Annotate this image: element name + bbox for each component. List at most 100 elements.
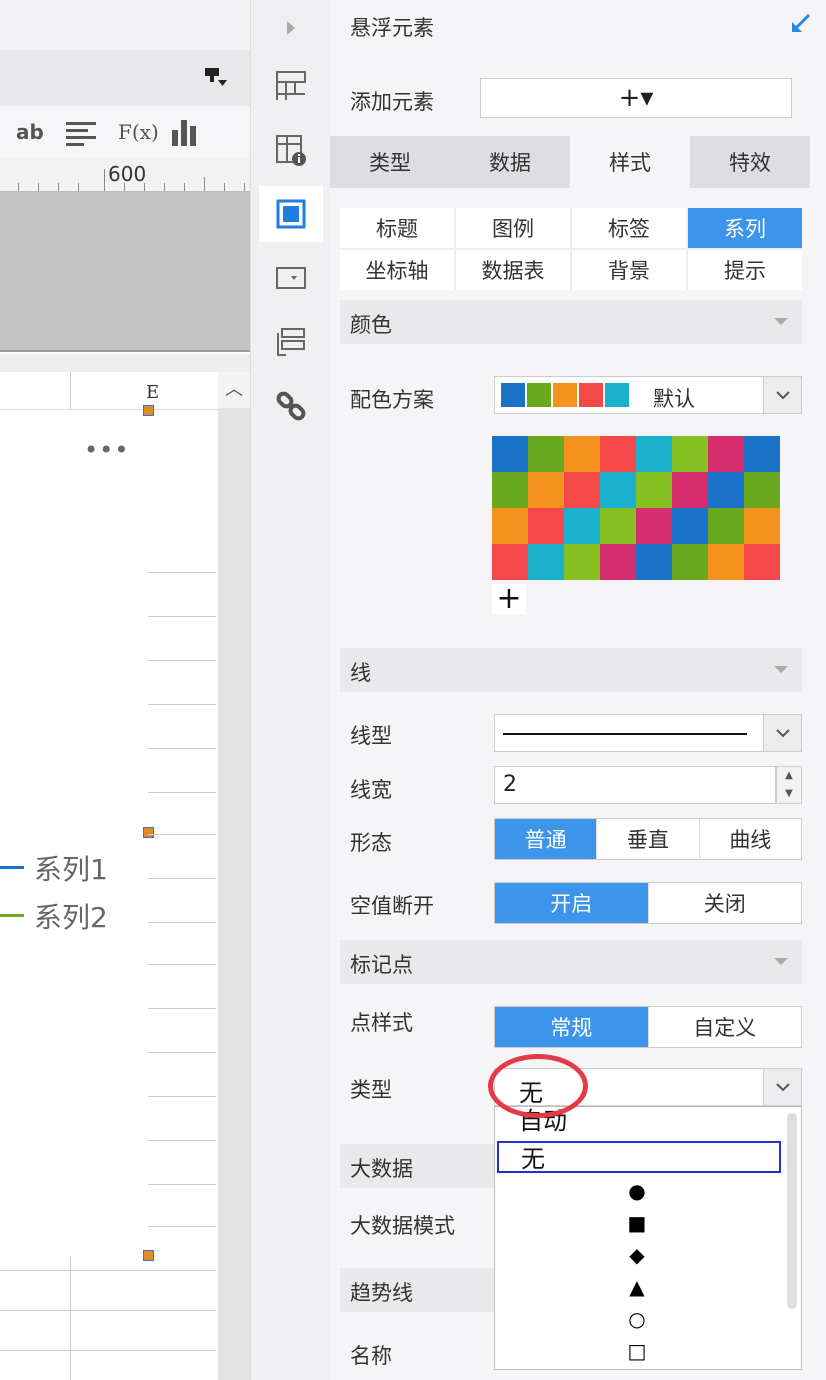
- tab-style[interactable]: 样式: [570, 136, 690, 188]
- palette-swatch[interactable]: [600, 472, 636, 508]
- chevron-down-icon[interactable]: [763, 715, 801, 751]
- circle-outline-icon[interactable]: ○: [625, 1307, 649, 1331]
- palette-swatch[interactable]: [636, 544, 672, 580]
- palette-swatch[interactable]: [492, 436, 528, 472]
- palette-swatch[interactable]: [708, 436, 744, 472]
- palette-swatch[interactable]: [600, 544, 636, 580]
- more-options-icon[interactable]: •••: [84, 436, 129, 464]
- circle-filled-icon[interactable]: ●: [625, 1179, 649, 1203]
- plus-icon: +▾: [618, 83, 654, 113]
- square-outline-icon[interactable]: □: [625, 1339, 649, 1363]
- palette-swatch[interactable]: [708, 508, 744, 544]
- resize-handle-middle[interactable]: [143, 827, 154, 838]
- dropdown-widget-icon[interactable]: [259, 250, 323, 306]
- color-scheme-select[interactable]: 默认: [494, 376, 802, 414]
- add-element-button[interactable]: +▾: [480, 78, 792, 118]
- palette-swatch[interactable]: [564, 544, 600, 580]
- subtab-axis[interactable]: 坐标轴: [340, 250, 454, 290]
- palette-swatch[interactable]: [528, 472, 564, 508]
- link-icon[interactable]: [259, 378, 323, 434]
- tab-data[interactable]: 数据: [450, 136, 570, 188]
- palette-swatch[interactable]: [600, 508, 636, 544]
- label-widget-icon[interactable]: [259, 314, 323, 370]
- line-type-select[interactable]: [494, 714, 802, 752]
- palette-swatch[interactable]: [672, 472, 708, 508]
- subtab-legend[interactable]: 图例: [456, 208, 570, 248]
- expand-arrow-icon[interactable]: [259, 0, 323, 56]
- add-color-button[interactable]: +: [492, 584, 526, 614]
- bar-chart-icon[interactable]: [172, 118, 200, 151]
- collapse-arrow-icon[interactable]: [788, 12, 812, 40]
- subtab-title[interactable]: 标题: [340, 208, 454, 248]
- trend-section-title: 趋势线: [350, 1281, 413, 1305]
- null-break-on-option[interactable]: 开启: [495, 883, 648, 923]
- chevron-down-icon[interactable]: [763, 377, 801, 413]
- palette-swatch[interactable]: [528, 544, 564, 580]
- chevron-down-icon[interactable]: [763, 1069, 801, 1105]
- palette-swatch[interactable]: [744, 508, 780, 544]
- palette-swatch[interactable]: [564, 472, 600, 508]
- scheme-swatches: [501, 383, 631, 407]
- tab-type[interactable]: 类型: [330, 136, 450, 188]
- grid-layout-icon[interactable]: [259, 58, 323, 114]
- table-info-icon[interactable]: [259, 122, 323, 178]
- subtab-tooltip[interactable]: 提示: [688, 250, 802, 290]
- palette-swatch[interactable]: [672, 436, 708, 472]
- shape-curve-option[interactable]: 曲线: [698, 819, 801, 859]
- palette-swatch[interactable]: [672, 508, 708, 544]
- caret-down-icon: [774, 318, 788, 325]
- subtab-label[interactable]: 标签: [572, 208, 686, 248]
- marker-option-none[interactable]: 无: [497, 1141, 781, 1173]
- scheme-swatch: [501, 383, 525, 407]
- point-style-normal-option[interactable]: 常规: [495, 1007, 648, 1047]
- palette-swatch[interactable]: [492, 544, 528, 580]
- subtab-background[interactable]: 背景: [572, 250, 686, 290]
- line-section-header[interactable]: 线: [340, 648, 802, 692]
- palette-swatch[interactable]: [636, 436, 672, 472]
- line-width-stepper[interactable]: ▲ ▼: [776, 766, 802, 804]
- palette-swatch[interactable]: [564, 436, 600, 472]
- text-style-button[interactable]: ab: [16, 120, 44, 144]
- canvas-scrollbar[interactable]: ︿: [218, 372, 250, 1380]
- palette-swatch[interactable]: [636, 508, 672, 544]
- color-section-header[interactable]: 颜色: [340, 300, 802, 344]
- dropdown-scrollbar[interactable]: [787, 1113, 797, 1309]
- scheme-swatch: [605, 383, 629, 407]
- palette-swatch[interactable]: [600, 436, 636, 472]
- palette-swatch[interactable]: [744, 472, 780, 508]
- resize-handle-top[interactable]: [143, 405, 154, 416]
- null-break-off-option[interactable]: 关闭: [647, 883, 802, 923]
- formula-button[interactable]: F(x): [118, 120, 159, 144]
- palette-swatch[interactable]: [708, 472, 744, 508]
- subtab-datatable[interactable]: 数据表: [456, 250, 570, 290]
- column-header-e[interactable]: E: [146, 382, 159, 403]
- shape-vertical-option[interactable]: 垂直: [596, 819, 698, 859]
- marker-section-header[interactable]: 标记点: [340, 940, 802, 984]
- shape-normal-option[interactable]: 普通: [495, 819, 597, 859]
- palette-swatch[interactable]: [672, 544, 708, 580]
- line-width-input[interactable]: 2: [494, 766, 776, 804]
- point-style-custom-option[interactable]: 自定义: [647, 1007, 802, 1047]
- palette-swatch[interactable]: [564, 508, 600, 544]
- square-filled-icon[interactable]: ■: [625, 1211, 649, 1235]
- palette-swatch[interactable]: [636, 472, 672, 508]
- palette-swatch[interactable]: [744, 436, 780, 472]
- palette-swatch[interactable]: [708, 544, 744, 580]
- highlight-circle: [488, 1054, 588, 1118]
- chart-frame-icon[interactable]: [259, 186, 323, 242]
- palette-swatch[interactable]: [528, 508, 564, 544]
- palette-swatch[interactable]: [744, 544, 780, 580]
- diamond-filled-icon[interactable]: ◆: [625, 1243, 649, 1267]
- scroll-up-icon[interactable]: ︿: [218, 372, 250, 408]
- triangle-filled-icon[interactable]: ▲: [625, 1275, 649, 1299]
- palette-swatch[interactable]: [528, 436, 564, 472]
- paint-format-icon[interactable]: [204, 66, 228, 93]
- insert-toolbar: ab F(x): [0, 106, 250, 158]
- tab-effects[interactable]: 特效: [690, 136, 810, 188]
- align-icon[interactable]: [66, 120, 96, 151]
- palette-swatch[interactable]: [492, 508, 528, 544]
- subtab-series[interactable]: 系列: [688, 208, 802, 248]
- ruler: 600: [0, 158, 250, 192]
- palette-swatch[interactable]: [492, 472, 528, 508]
- resize-handle-bottom[interactable]: [143, 1250, 154, 1261]
